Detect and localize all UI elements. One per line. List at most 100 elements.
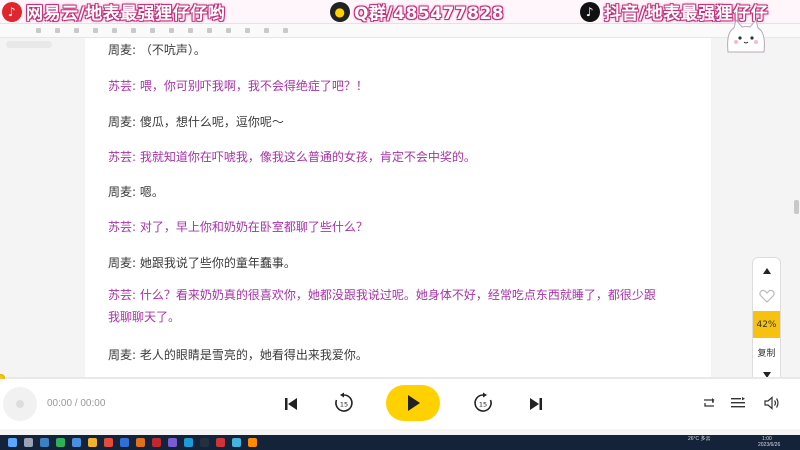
os-taskbar: 26°C 多云 1:00 2023/6/26 [0,435,800,450]
bookmark-icon [226,28,231,33]
tiktok-icon: ♪ [580,1,600,22]
playlist-icon [731,397,745,408]
dialogue-line: 周麦: 嗯。 [108,185,164,199]
bookmark-icon [245,28,250,33]
bookmark-item[interactable] [55,28,60,33]
repeat-icon [704,398,715,407]
play-button[interactable] [386,385,440,421]
weather-status: 26°C 多云 [688,436,711,442]
netease-music-icon: ♪ [2,1,22,22]
bookmark-item[interactable] [226,28,231,33]
volume-icon [764,396,779,410]
skip-previous-icon [285,398,297,410]
skip-next-icon [530,398,542,410]
app-icon[interactable] [216,438,225,447]
folder-icon[interactable] [88,438,97,447]
bookmarks-bar [0,24,800,38]
dialogue-line: 苏芸: 什么？看来奶奶真的很喜欢你，她都没跟我说过呢。她身体不好，经常吃点东西就… [108,288,656,324]
loop-mode-button[interactable] [699,393,719,413]
heart-icon [758,289,775,303]
bookmark-item[interactable] [93,28,98,33]
address-pill [6,40,52,48]
forward-15-icon: 15 [474,392,492,412]
play-icon [408,395,420,411]
app-icon[interactable] [168,438,177,447]
dialogue-line: 苏芸: 我就知道你在吓唬我，像我这么普通的女孩，肯定不会中奖的。 [108,150,476,164]
dialogue-line: 周麦: 老人的眼睛是雪亮的，她看得出来我爱你。 [108,348,368,362]
bookmark-item[interactable] [36,28,41,33]
bookmark-icon [264,28,269,33]
dialogue-line: 周麦: 傻瓜，想什么呢，逗你呢～ [108,115,284,129]
bookmark-icon [55,28,60,33]
bookmark-item[interactable] [112,28,117,33]
rewind-seconds-label: 15 [340,401,348,409]
playlist-button[interactable] [728,393,748,413]
browser-icon[interactable] [72,438,81,447]
bookmark-item[interactable] [283,28,288,33]
bookmark-icon [36,28,41,33]
reader-panel: 周麦: （不吭声）。 苏芸: 喂，你可别吓我啊，我不会得绝症了吧？！ 周麦: 傻… [85,38,711,378]
bookmark-icon [131,28,136,33]
bookmark-item[interactable] [264,28,269,33]
steam-icon[interactable] [200,438,209,447]
page-scrollbar[interactable] [794,200,799,214]
bookmark-item[interactable] [131,28,136,33]
rewind-15-icon: 15 [335,392,353,412]
app-icon[interactable] [120,438,129,447]
qq-penguin-icon: ● [330,1,350,22]
bookmark-icon [74,28,79,33]
album-art [3,387,37,421]
dialogue-line: 苏芸: 喂，你可别吓我啊，我不会得绝症了吧？！ [108,79,368,93]
search-icon[interactable] [24,438,33,447]
bookmark-icon [188,28,193,33]
volume-button[interactable] [762,393,782,413]
scroll-up-button[interactable] [753,260,780,282]
bookmark-item[interactable] [150,28,155,33]
playback-time: 00:00 / 00:00 [47,398,106,409]
next-track-button[interactable] [525,393,547,415]
forward-seconds-label: 15 [479,401,487,409]
dialogue-line: 周麦: 她跟我说了些你的童年蠢事。 [108,256,296,270]
app-icon[interactable] [232,438,241,447]
bookmark-item[interactable] [169,28,174,33]
netease-app-icon[interactable] [104,438,113,447]
netease-banner: ♪ 网易云/地表最强狸仔仔哟 [2,0,225,24]
placeholder-art-icon [16,400,24,408]
previous-track-button[interactable] [280,393,302,415]
wechat-icon[interactable] [56,438,65,447]
system-date: 2023/6/26 [758,442,781,448]
forward-15-button[interactable]: 15 [472,392,494,414]
bookmark-item[interactable] [207,28,212,33]
netease-banner-text: 网易云/地表最强狸仔仔哟 [26,4,226,24]
bookmark-item[interactable] [188,28,193,33]
bookmark-icon [112,28,117,33]
app-icon[interactable] [136,438,145,447]
like-button[interactable] [753,284,780,308]
cat-mascot-icon [727,18,765,53]
bookmark-icon [93,28,98,33]
rewind-15-button[interactable]: 15 [333,392,355,414]
reading-progress-percent: 42% [753,311,780,338]
caret-up-icon [762,268,771,274]
dialogue-line: 周麦: （不吭声）。 [108,43,206,57]
copy-button[interactable]: 复制 [753,340,780,364]
screen: { "banner": { "netease": "网易云/地表最强狸仔仔哟",… [0,0,800,450]
bookmark-icon [207,28,212,33]
bookmark-icon [283,28,288,33]
dialogue-line: 苏芸: 对了，早上你和奶奶在卧室都聊了些什么？ [108,220,368,234]
qq-banner-text: Q群/485477828 [354,4,505,24]
audio-player: 00:00 / 00:00 15 15 [0,379,800,429]
reader-tools: 42% 复制 [752,257,781,385]
bookmark-item[interactable] [74,28,79,33]
task-view-icon[interactable] [40,438,49,447]
windows-start-icon[interactable] [8,438,17,447]
app-icon[interactable] [248,438,257,447]
app-icon[interactable] [184,438,193,447]
bookmark-icon [150,28,155,33]
stream-banner: ♪ 网易云/地表最强狸仔仔哟 ● Q群/485477828 ♪ 抖音/地表最强狸… [0,0,800,24]
bookmark-item[interactable] [245,28,250,33]
qq-banner: ● Q群/485477828 [330,0,504,24]
bookmark-icon [169,28,174,33]
address-fragment[interactable] [0,38,90,50]
app-icon[interactable] [152,438,161,447]
